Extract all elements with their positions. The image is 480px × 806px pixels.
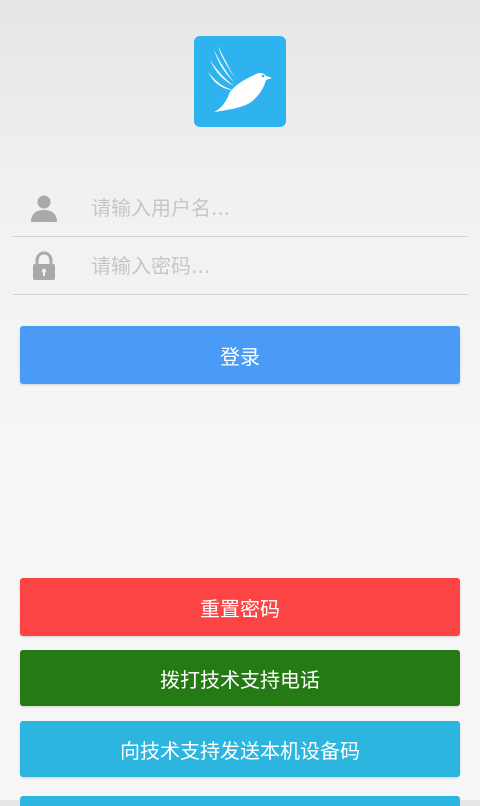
dove-icon	[208, 45, 272, 112]
partial-button[interactable]	[20, 796, 460, 806]
login-button[interactable]: 登录	[20, 326, 460, 384]
lock-icon	[33, 251, 55, 280]
reset-password-button[interactable]: 重置密码	[20, 578, 460, 636]
user-icon	[31, 195, 57, 222]
username-input[interactable]	[91, 189, 451, 227]
password-input[interactable]	[91, 247, 451, 285]
call-support-button[interactable]: 拨打技术支持电话	[20, 650, 460, 706]
username-field	[13, 179, 468, 237]
password-field	[13, 237, 468, 295]
app-logo	[194, 36, 286, 127]
send-device-code-button[interactable]: 向技术支持发送本机设备码	[20, 721, 460, 777]
